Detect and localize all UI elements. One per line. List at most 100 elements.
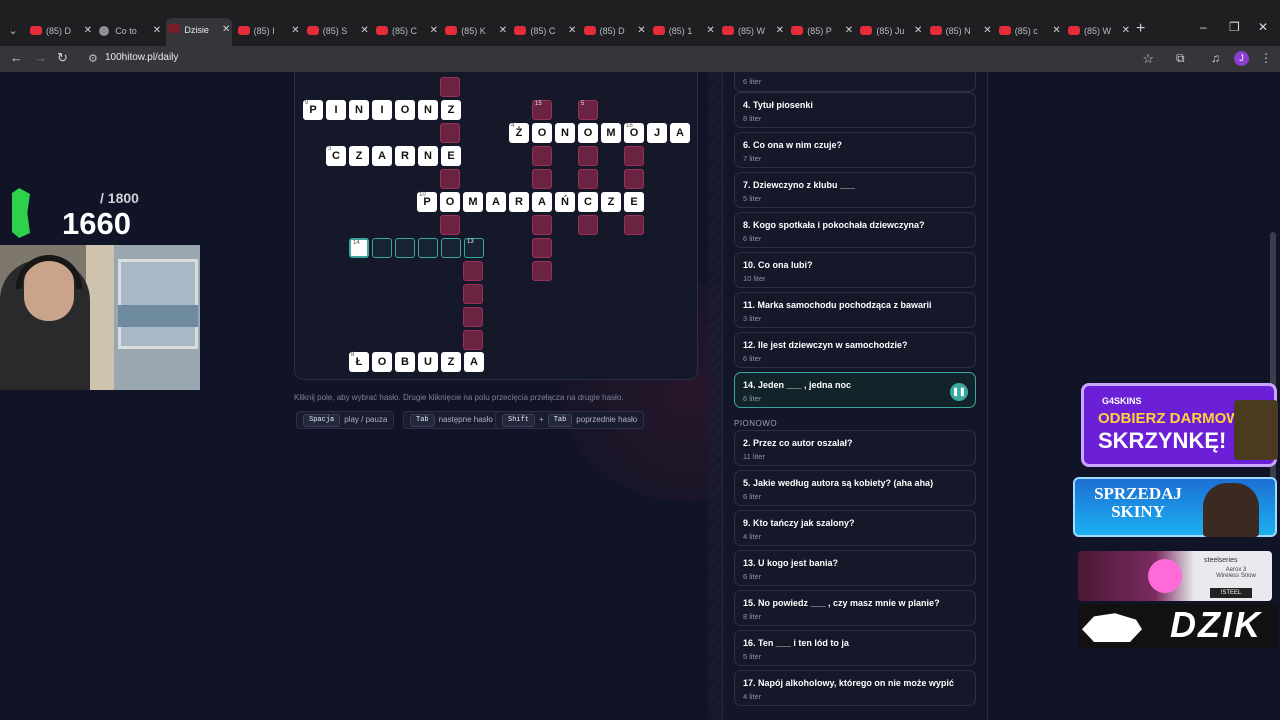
ad-sell-skins[interactable]: SPRZEDAJ SKINY xyxy=(1073,477,1277,537)
browser-tab[interactable]: (85) 1 ✕ xyxy=(651,20,717,42)
crossword-cell-empty[interactable] xyxy=(440,215,460,235)
crossword-cell-empty[interactable] xyxy=(578,146,598,166)
crossword-cell[interactable]: N xyxy=(418,100,438,120)
forward-icon[interactable]: → xyxy=(34,50,47,65)
pause-icon[interactable]: ❚❚ xyxy=(950,383,968,401)
crossword-cell-empty[interactable]: 15 xyxy=(532,100,552,120)
browser-tab[interactable]: Dzisie ✕ xyxy=(166,18,233,46)
profile-avatar[interactable]: J xyxy=(1234,51,1249,66)
crossword-cell[interactable]: Z xyxy=(441,100,461,120)
crossword-cell-empty[interactable] xyxy=(578,215,598,235)
maximize-icon[interactable]: ❐ xyxy=(1229,20,1240,34)
reload-icon[interactable]: ↻ xyxy=(57,50,68,66)
active-cell[interactable]: 14 xyxy=(349,238,369,258)
crossword-cell[interactable]: N xyxy=(349,100,369,120)
crossword-cell[interactable]: A xyxy=(464,352,484,372)
crossword-cell[interactable]: C xyxy=(578,192,598,212)
browser-tab[interactable]: (85) C ✕ xyxy=(374,20,440,42)
media-control-icon[interactable]: ♫ xyxy=(1211,51,1220,65)
browser-tab[interactable]: (85) P ✕ xyxy=(789,20,855,42)
crossword-cell-empty[interactable] xyxy=(624,215,644,235)
browser-tab[interactable]: (85) N ✕ xyxy=(928,20,994,42)
crossword-cell-empty[interactable] xyxy=(440,77,460,97)
clue-item[interactable]: 9. Kto tańczy jak szalony? 4 liter xyxy=(734,510,976,546)
site-info-icon[interactable]: ⚙ xyxy=(88,52,98,65)
crossword-cell[interactable]: Z xyxy=(441,352,461,372)
crossword-cell[interactable]: J xyxy=(647,123,667,143)
crossword-cell-empty[interactable] xyxy=(440,123,460,143)
crossword-cell-empty[interactable] xyxy=(463,330,483,350)
browser-tab[interactable]: (85) I ✕ xyxy=(236,20,302,42)
crossword-cell-empty[interactable] xyxy=(463,307,483,327)
close-tab-icon[interactable]: ✕ xyxy=(776,20,784,42)
close-tab-icon[interactable]: ✕ xyxy=(430,20,438,42)
crossword-cell-empty[interactable] xyxy=(578,169,598,189)
close-tab-icon[interactable]: ✕ xyxy=(1122,20,1130,42)
crossword-cell[interactable]: 4Ż xyxy=(509,123,529,143)
crossword-cell[interactable]: A xyxy=(670,123,690,143)
browser-tab[interactable]: (85) K ✕ xyxy=(443,20,509,42)
close-tab-icon[interactable]: ✕ xyxy=(983,20,991,42)
crossword-cell[interactable]: O xyxy=(532,123,552,143)
crossword-cell[interactable]: 8Ł xyxy=(349,352,369,372)
clue-item[interactable]: 4. Tytuł piosenki 8 liter xyxy=(734,92,976,128)
crossword-cell[interactable]: 10 P xyxy=(417,192,437,212)
browser-tab[interactable]: Co to ✕ xyxy=(97,20,163,42)
close-tab-icon[interactable]: ✕ xyxy=(914,20,922,42)
crossword-cell[interactable]: R xyxy=(395,146,415,166)
clue-item[interactable]: 13. U kogo jest bania? 6 liter xyxy=(734,550,976,586)
browser-tab[interactable]: (85) D ✕ xyxy=(28,20,94,42)
clue-item[interactable]: 6. Co ona w nim czuje? 7 liter xyxy=(734,132,976,168)
crossword-cell[interactable]: I xyxy=(326,100,346,120)
close-window-icon[interactable]: ✕ xyxy=(1258,20,1268,34)
ad-g4skins[interactable]: G4SKINS ODBIERZ DARMOWĄ SKRZYNKĘ! xyxy=(1081,383,1278,467)
new-tab-icon[interactable]: + xyxy=(1136,20,1145,38)
crossword-cell-empty[interactable] xyxy=(532,146,552,166)
extensions-icon[interactable]: ⧉ xyxy=(1176,51,1185,66)
close-tab-icon[interactable]: ✕ xyxy=(1052,20,1060,42)
back-icon[interactable]: ← xyxy=(10,50,23,65)
address-bar[interactable]: ⚙ 100hitow.pl/daily ☆ xyxy=(80,48,1170,70)
clue-partial[interactable]: 6 liter xyxy=(734,72,976,92)
clue-item[interactable]: 12. Ile jest dziewczyn w samochodzie? 6 l… xyxy=(734,332,976,368)
crossword-cell[interactable]: 3C xyxy=(326,146,346,166)
close-tab-icon[interactable]: ✕ xyxy=(845,20,853,42)
clue-item[interactable]: 7. Dziewczyno z klubu ___ 5 liter xyxy=(734,172,976,208)
close-tab-icon[interactable]: ✕ xyxy=(360,20,368,42)
crossword-cell[interactable]: O xyxy=(440,192,460,212)
browser-tab[interactable]: (85) c ✕ xyxy=(997,20,1063,42)
browser-tab[interactable]: (85) Ju ✕ xyxy=(858,20,924,42)
close-tab-icon[interactable]: ✕ xyxy=(153,20,161,42)
crossword-cell-empty[interactable] xyxy=(624,169,644,189)
crossword-cell[interactable]: I xyxy=(372,100,392,120)
crossword-cell[interactable]: M xyxy=(463,192,483,212)
crossword-cell[interactable]: U xyxy=(418,352,438,372)
crossword-cell[interactable]: B xyxy=(395,352,415,372)
browser-tab[interactable]: (85) C ✕ xyxy=(512,20,578,42)
crossword-cell-empty[interactable] xyxy=(624,146,644,166)
clue-item[interactable]: 8. Kogo spotkała i pokochała dziewczyna?… xyxy=(734,212,976,248)
active-word-cell[interactable] xyxy=(372,238,392,258)
browser-tab[interactable]: (85) W ✕ xyxy=(720,20,786,42)
browser-tab[interactable]: (85) D ✕ xyxy=(582,20,648,42)
browser-tab[interactable]: (85) S ✕ xyxy=(305,20,371,42)
crossword-cell[interactable]: E xyxy=(624,192,644,212)
crossword-cell[interactable]: A xyxy=(532,192,552,212)
close-tab-icon[interactable]: ✕ xyxy=(84,20,92,42)
clue-item[interactable]: 11. Marka samochodu pochodząca z bawarii… xyxy=(734,292,976,328)
close-tab-icon[interactable]: ✕ xyxy=(637,20,645,42)
close-tab-icon[interactable]: ✕ xyxy=(706,20,714,42)
crossword-cell-empty[interactable] xyxy=(440,169,460,189)
active-word-cell[interactable]: 13 xyxy=(464,238,484,258)
crossword-cell[interactable]: R xyxy=(509,192,529,212)
close-tab-icon[interactable]: ✕ xyxy=(568,20,576,42)
crossword-cell[interactable]: N xyxy=(418,146,438,166)
bookmark-star-icon[interactable]: ☆ xyxy=(1142,51,1154,67)
crossword-cell[interactable]: A xyxy=(372,146,392,166)
clue-item[interactable]: 2. Przez co autor oszalał? 11 liter xyxy=(734,430,976,466)
crossword-cell[interactable]: O xyxy=(578,123,598,143)
crossword-cell[interactable]: Z xyxy=(349,146,369,166)
crossword-cell-empty[interactable] xyxy=(463,261,483,281)
clue-item[interactable]: 14. Jeden ___ , jedna noc 6 liter xyxy=(734,372,976,408)
clue-item[interactable]: 5. Jakie według autora są kobiety? (aha … xyxy=(734,470,976,506)
